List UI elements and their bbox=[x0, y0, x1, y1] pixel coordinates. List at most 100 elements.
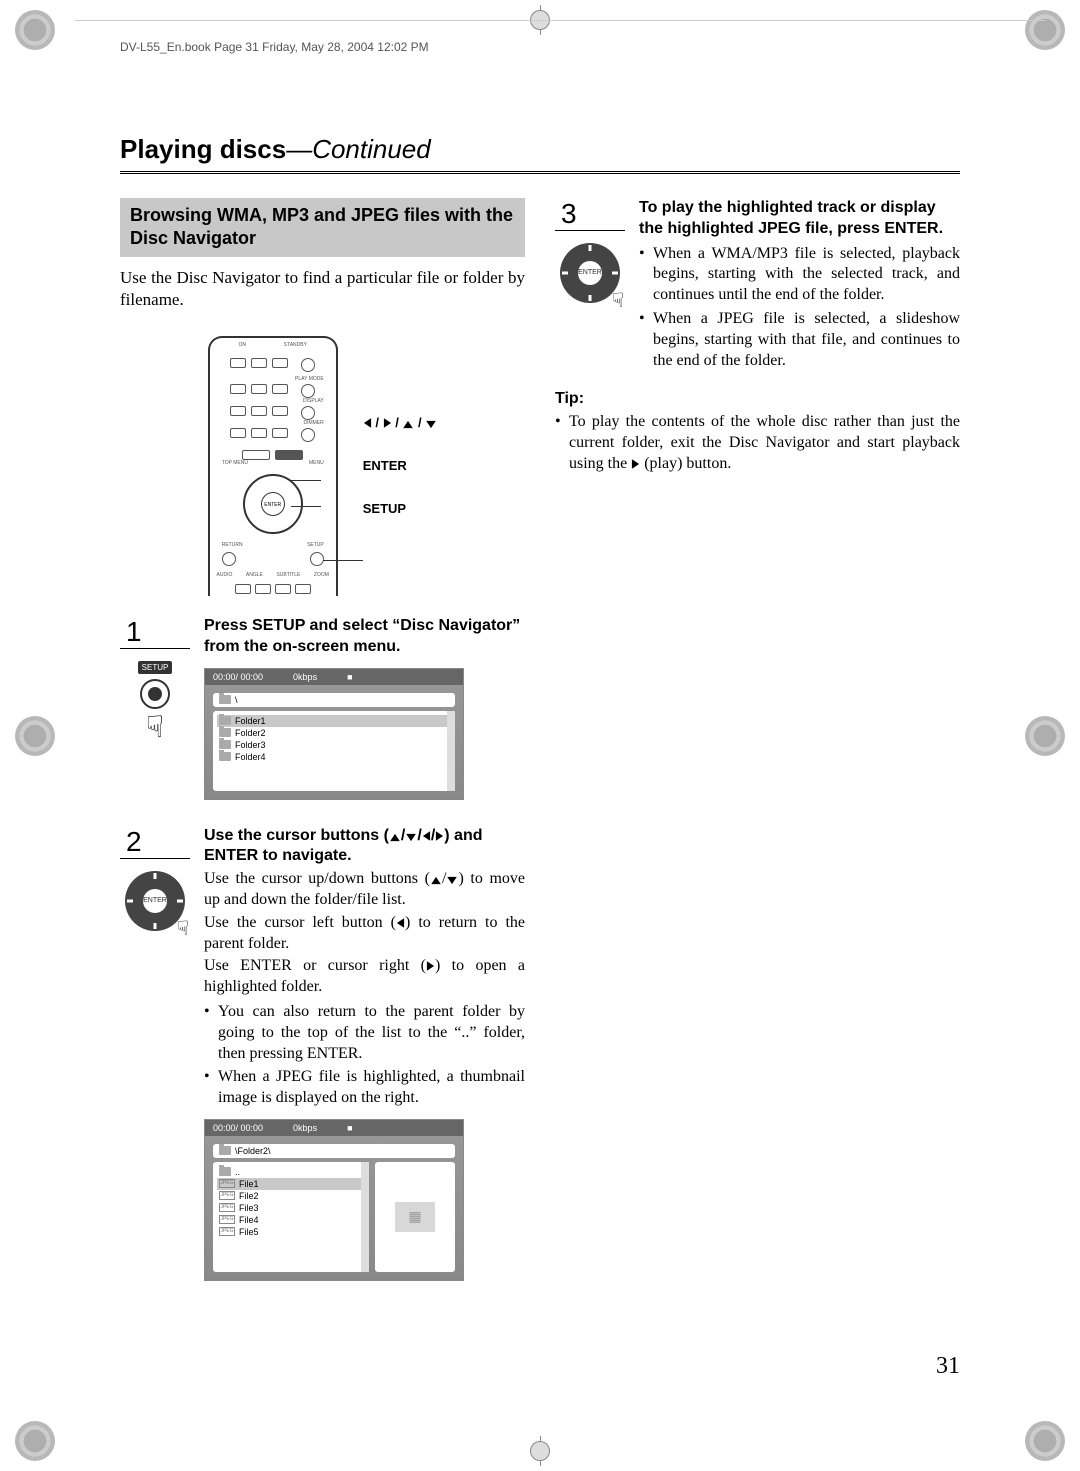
step2-body3: Use ENTER or cursor right () to open a h… bbox=[204, 956, 525, 998]
list-item: When a JPEG file is highlighted, a thumb… bbox=[204, 1067, 525, 1109]
remote-subtitle-label: SUBTITLE bbox=[276, 572, 300, 578]
screenshot-disc-nav-files: 00:00/ 00:00 0kbps ■ \Folder2\ .. JPEG Fi… bbox=[204, 1119, 464, 1281]
play-icon bbox=[632, 459, 639, 469]
thumbnail-icon: ▦ bbox=[395, 1202, 435, 1232]
registration-mark bbox=[15, 10, 55, 50]
folder-icon bbox=[219, 1146, 231, 1155]
left-column: Browsing WMA, MP3 and JPEG files with th… bbox=[120, 198, 525, 1307]
remote-standby-label: STANDBY bbox=[284, 342, 307, 348]
jpeg-icon: JPEG bbox=[219, 1227, 235, 1236]
list-item: Folder1 bbox=[235, 716, 266, 726]
remote-topmenu-label: TOP MENU bbox=[222, 460, 248, 466]
remote-on-label: ON bbox=[239, 342, 247, 348]
callout-setup: SETUP bbox=[363, 501, 438, 516]
section-title-main: Playing discs bbox=[120, 134, 286, 164]
list-item: When a JPEG file is selected, a slidesho… bbox=[639, 309, 960, 371]
remote-menu-label: MENU bbox=[309, 460, 324, 466]
step1-heading: Press SETUP and select “Disc Navigator” … bbox=[204, 616, 525, 658]
trim-line bbox=[75, 20, 1045, 21]
book-header: DV-L55_En.book Page 31 Friday, May 28, 2… bbox=[120, 40, 960, 74]
registration-mark bbox=[1025, 10, 1065, 50]
remote-setup-label: SETUP bbox=[307, 542, 324, 548]
remote-diagram: ON STANDBY PLAY MODE DISPLAY DIMMER TOP … bbox=[120, 336, 525, 596]
intro-text: Use the Disc Navigator to find a particu… bbox=[120, 267, 525, 311]
folder-icon bbox=[219, 728, 231, 737]
ss-thumbnail-preview: ▦ bbox=[375, 1162, 455, 1272]
dpad-icon: ENTER ☟ bbox=[125, 871, 185, 931]
list-item: To play the contents of the whole disc r… bbox=[555, 412, 960, 474]
remote-dpad: ENTER bbox=[243, 474, 303, 534]
remote-zoom-label: ZOOM bbox=[314, 572, 329, 578]
section-title: Playing discs—Continued bbox=[120, 134, 960, 174]
list-item: You can also return to the parent folder… bbox=[204, 1002, 525, 1064]
right-column: 3 ENTER ☟ To play the highlighted track … bbox=[555, 198, 960, 1307]
ss-time: 00:00/ 00:00 bbox=[213, 672, 263, 682]
folder-icon bbox=[219, 740, 231, 749]
list-item: File5 bbox=[239, 1227, 259, 1237]
step3-heading: To play the highlighted track or display… bbox=[639, 198, 960, 240]
list-item: .. bbox=[235, 1167, 240, 1177]
ss-stop-icon: ■ bbox=[347, 1123, 352, 1133]
section-title-continued: —Continued bbox=[286, 134, 431, 164]
step2-body1: Use the cursor up/down buttons (/) to mo… bbox=[204, 869, 525, 911]
hand-icon: ☟ bbox=[146, 713, 164, 743]
setup-button-icon: SETUP ☟ bbox=[120, 657, 190, 743]
scrollbar bbox=[447, 711, 455, 791]
scrollbar bbox=[361, 1162, 369, 1272]
callout-arrows: / / / bbox=[363, 415, 438, 430]
step-2: 2 ENTER ☟ Use the cursor buttons (///) a… bbox=[120, 826, 525, 1291]
list-item: When a WMA/MP3 file is selected, playbac… bbox=[639, 244, 960, 306]
hand-icon: ☟ bbox=[177, 916, 189, 941]
list-item: File2 bbox=[239, 1191, 259, 1201]
callout-enter: ENTER bbox=[363, 458, 438, 473]
registration-mark bbox=[15, 716, 55, 756]
ss-bitrate: 0kbps bbox=[293, 1123, 317, 1133]
list-item: File3 bbox=[239, 1203, 259, 1213]
topic-banner: Browsing WMA, MP3 and JPEG files with th… bbox=[120, 198, 525, 257]
list-item: File4 bbox=[239, 1215, 259, 1225]
folder-icon bbox=[219, 752, 231, 761]
list-item: Folder2 bbox=[235, 728, 266, 738]
remote-angle-label: ANGLE bbox=[246, 572, 263, 578]
registration-mark bbox=[15, 1421, 55, 1461]
registration-mark bbox=[1025, 1421, 1065, 1461]
remote-enter-label: ENTER bbox=[261, 492, 285, 516]
jpeg-icon: JPEG bbox=[219, 1203, 235, 1212]
ss-bitrate: 0kbps bbox=[293, 672, 317, 682]
remote-audio-label: AUDIO bbox=[217, 572, 233, 578]
tip-label: Tip: bbox=[555, 390, 960, 408]
step2-bullets: You can also return to the parent folder… bbox=[204, 1002, 525, 1109]
ss-stop-icon: ■ bbox=[347, 672, 352, 682]
remote-outline: ON STANDBY PLAY MODE DISPLAY DIMMER TOP … bbox=[208, 336, 338, 596]
ss-path: \Folder2\ bbox=[235, 1146, 271, 1156]
remote-callouts: / / / ENTER SETUP bbox=[363, 415, 438, 516]
folder-icon bbox=[219, 695, 231, 704]
step-number: 1 bbox=[120, 616, 190, 649]
ss-folder-list: Folder1 Folder2 Folder3 Folder4 bbox=[213, 711, 455, 791]
step3-bullets: When a WMA/MP3 file is selected, playbac… bbox=[639, 244, 960, 372]
jpeg-icon: JPEG bbox=[219, 1191, 235, 1200]
step-1: 1 SETUP ☟ Press SETUP and select “Disc N… bbox=[120, 616, 525, 810]
step2-body2: Use the cursor left button () to return … bbox=[204, 913, 525, 955]
page-content: DV-L55_En.book Page 31 Friday, May 28, 2… bbox=[120, 40, 960, 1420]
step2-heading: Use the cursor buttons (///) and ENTER t… bbox=[204, 826, 525, 868]
registration-mark bbox=[1025, 716, 1065, 756]
folder-icon bbox=[219, 1167, 231, 1176]
dpad-icon: ENTER ☟ bbox=[560, 243, 620, 303]
ss-time: 00:00/ 00:00 bbox=[213, 1123, 263, 1133]
ss-path: \ bbox=[235, 695, 238, 705]
remote-display-label: DISPLAY bbox=[210, 398, 336, 404]
screenshot-disc-nav-folders: 00:00/ 00:00 0kbps ■ \ Folder1 Folder2 F… bbox=[204, 668, 464, 800]
list-item: Folder4 bbox=[235, 752, 266, 762]
ss-file-list: .. JPEG File1 JPEG File2 JPEG File3 JPEG Fil… bbox=[213, 1162, 369, 1272]
enter-label: ENTER bbox=[578, 261, 602, 285]
remote-dimmer-label: DIMMER bbox=[210, 420, 336, 426]
folder-icon bbox=[219, 716, 231, 725]
hand-icon: ☟ bbox=[612, 288, 624, 313]
list-item: File1 bbox=[239, 1179, 259, 1189]
step-number: 2 bbox=[120, 826, 190, 859]
remote-playmode-label: PLAY MODE bbox=[210, 376, 336, 382]
remote-return-label: RETURN bbox=[222, 542, 243, 548]
jpeg-icon: JPEG bbox=[219, 1215, 235, 1224]
page-number: 31 bbox=[936, 1353, 960, 1380]
